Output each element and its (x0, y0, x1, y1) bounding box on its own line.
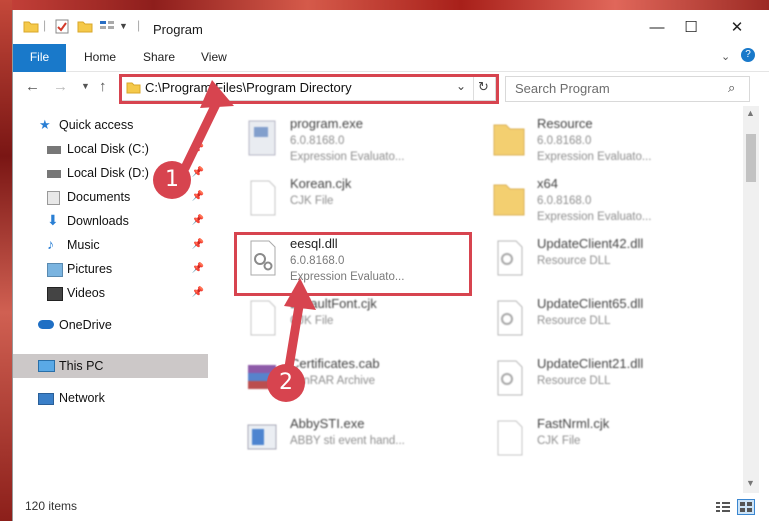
arrow-2-head (284, 278, 316, 310)
step-1-badge: 1 (153, 161, 191, 199)
arrow-1-line (180, 95, 223, 173)
arrow-1-head (200, 80, 234, 108)
arrow-2-line (283, 295, 305, 378)
annotation-arrows (180, 80, 316, 378)
step-2-badge: 2 (267, 364, 305, 402)
